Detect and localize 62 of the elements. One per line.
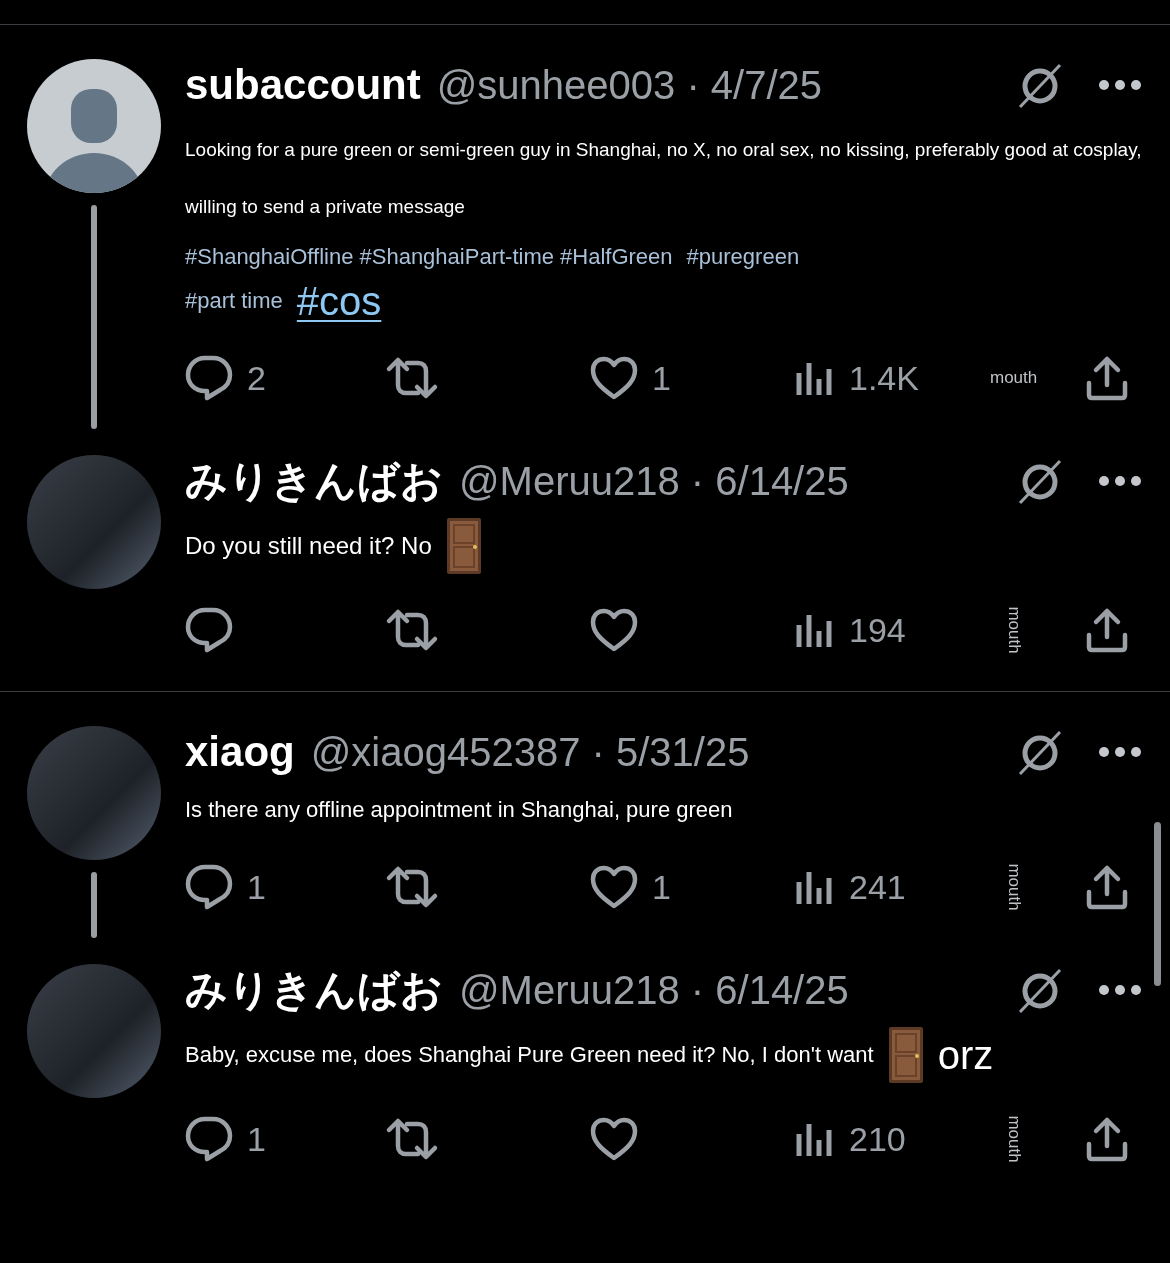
- bar-chart-icon[interactable]: [795, 870, 835, 904]
- share-icon[interactable]: [1085, 864, 1129, 910]
- view-count: 1.4K: [849, 358, 919, 398]
- hashtag-text[interactable]: #puregreen: [686, 235, 800, 279]
- heart-icon[interactable]: [590, 608, 638, 652]
- bookmark-label[interactable]: mouth: [1003, 1115, 1024, 1163]
- repost-icon[interactable]: [385, 1117, 439, 1161]
- reply-count: 2: [247, 358, 266, 398]
- slashed-circle-icon[interactable]: [1016, 966, 1064, 1014]
- reply-icon[interactable]: [185, 864, 233, 910]
- bar-chart-icon[interactable]: [795, 613, 835, 647]
- share-icon[interactable]: [1085, 1116, 1129, 1162]
- display-name[interactable]: xiaog: [185, 728, 295, 776]
- hashtag-link[interactable]: #cos: [296, 279, 382, 323]
- heart-icon[interactable]: [590, 356, 638, 400]
- display-name[interactable]: みりきんばお: [185, 962, 443, 1018]
- door-icon: [887, 1026, 924, 1084]
- reply-icon[interactable]: [185, 607, 233, 653]
- slashed-circle-icon[interactable]: [1016, 728, 1064, 776]
- default-avatar-icon[interactable]: [27, 59, 161, 193]
- bookmark-label[interactable]: mouth: [1003, 606, 1024, 654]
- display-name[interactable]: subaccount: [185, 61, 421, 109]
- display-name[interactable]: みりきんばお: [185, 453, 443, 509]
- view-count: 194: [849, 610, 906, 650]
- post-text: orz: [937, 1033, 994, 1077]
- reply-icon[interactable]: [185, 355, 233, 401]
- hashtag-text[interactable]: #part time: [185, 279, 283, 323]
- hashtag-text[interactable]: #ShanghaiOffline #ShanghaiPart-time #HalfGreen: [185, 235, 673, 279]
- post-text: Baby, excuse me, does Shanghai Pure Green need it? No, I don't want: [185, 1041, 874, 1069]
- post-text: Looking for a pure green or semi-green guy in Shanghai, no X, no oral sex, no kissing, preferably good at cosplay, willing to send a private message: [185, 138, 1142, 219]
- post-text: Is there any offline appointment in Shanghai, pure green: [185, 796, 733, 824]
- repost-icon[interactable]: [385, 865, 439, 909]
- more-icon[interactable]: [1098, 746, 1142, 758]
- like-count: 1: [652, 358, 671, 398]
- share-icon[interactable]: [1085, 607, 1129, 653]
- slashed-circle-icon[interactable]: [1016, 61, 1064, 109]
- more-icon[interactable]: [1098, 475, 1142, 487]
- post-text: Do you still need it? No: [185, 531, 432, 561]
- reply-count: 1: [247, 867, 266, 907]
- bar-chart-icon[interactable]: [795, 1122, 835, 1156]
- like-count: 1: [652, 867, 671, 907]
- heart-icon[interactable]: [590, 865, 638, 909]
- more-icon[interactable]: [1098, 984, 1142, 996]
- handle-and-date: @xiaog452387 · 5/31/25: [310, 729, 750, 775]
- heart-icon[interactable]: [590, 1117, 638, 1161]
- bookmark-label[interactable]: mouth: [990, 368, 1038, 388]
- slashed-circle-icon[interactable]: [1016, 457, 1064, 505]
- repost-icon[interactable]: [385, 356, 439, 400]
- door-icon: [445, 517, 482, 575]
- more-icon[interactable]: [1098, 79, 1142, 91]
- handle-and-date: @sunhee003 · 4/7/25: [436, 62, 823, 108]
- view-count: 210: [849, 1119, 906, 1159]
- bar-chart-icon[interactable]: [795, 361, 835, 395]
- repost-icon[interactable]: [385, 608, 439, 652]
- share-icon[interactable]: [1085, 355, 1129, 401]
- bookmark-label[interactable]: mouth: [1003, 863, 1024, 911]
- reply-icon[interactable]: [185, 1116, 233, 1162]
- handle-and-date: @Meruu218 · 6/14/25: [459, 458, 849, 504]
- scrollbar[interactable]: [1154, 822, 1161, 986]
- view-count: 241: [849, 867, 906, 907]
- handle-and-date: @Meruu218 · 6/14/25: [459, 967, 849, 1013]
- reply-count: 1: [247, 1119, 266, 1159]
